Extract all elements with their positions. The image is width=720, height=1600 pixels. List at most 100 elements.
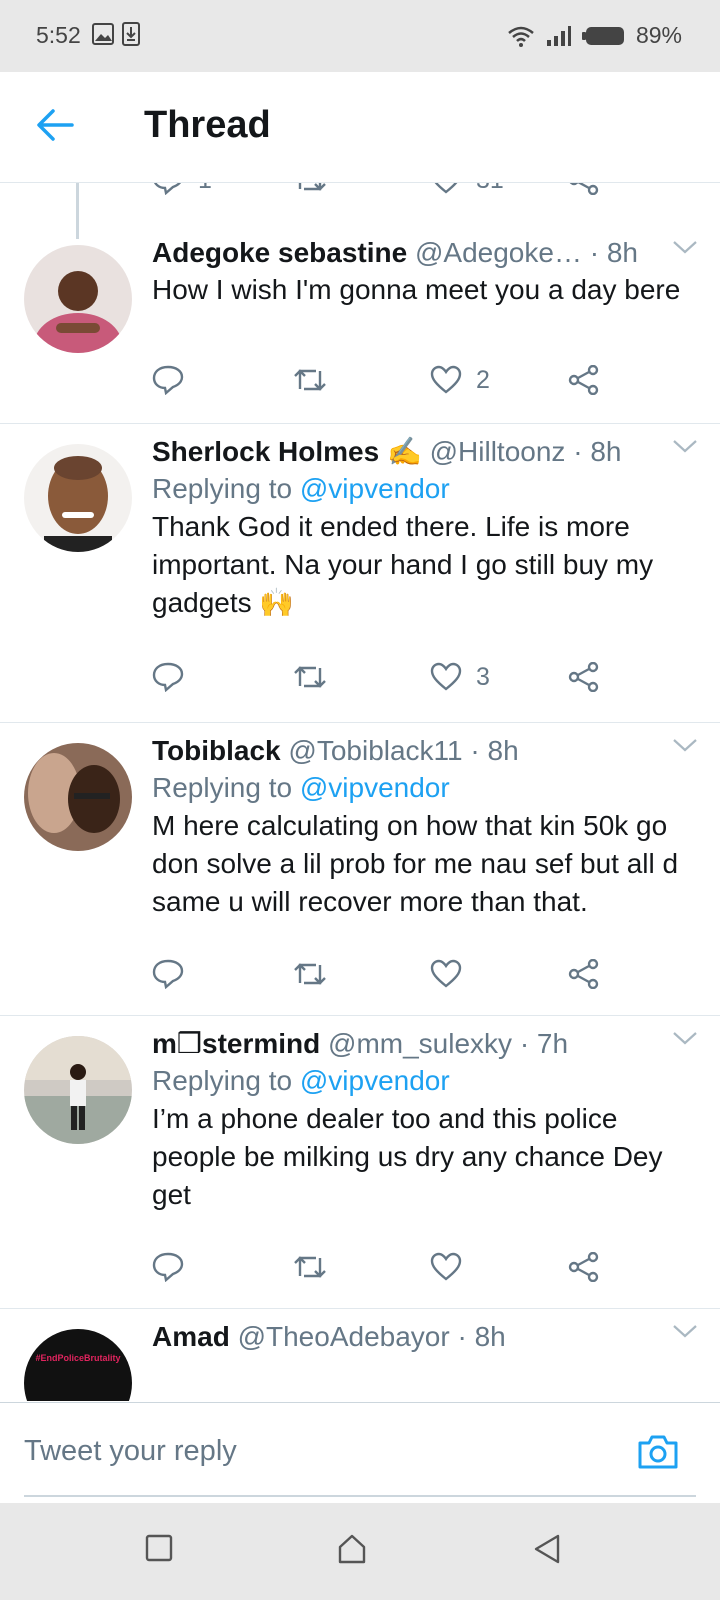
tweet-content: m❒stermind @mm_sulexky · 7h Replying to …	[152, 1026, 690, 1214]
home-button[interactable]	[336, 1533, 368, 1570]
avatar[interactable]	[24, 444, 132, 552]
replying-to: Replying to @vipvendor	[152, 1062, 690, 1100]
reply-icon	[152, 1252, 184, 1282]
wifi-icon	[508, 26, 534, 47]
like-button[interactable]: 3	[430, 662, 490, 692]
avatar[interactable]: #EndPoliceBrutality	[24, 1329, 132, 1401]
retweet-icon	[298, 183, 326, 191]
tweet-options-button[interactable]	[672, 1030, 698, 1051]
retweet-button[interactable]	[292, 365, 328, 395]
partial-reply-button[interactable]: 1	[152, 183, 212, 195]
back-button[interactable]	[36, 108, 74, 147]
chevron-down-icon	[673, 241, 697, 254]
signal-icon	[546, 25, 571, 46]
share-icon	[568, 365, 599, 395]
like-button[interactable]	[430, 959, 462, 989]
replying-to-label: Replying to	[152, 772, 293, 803]
retweet-button[interactable]	[292, 959, 328, 989]
reply-button[interactable]	[152, 365, 184, 395]
mention-link[interactable]: @vipvendor	[300, 473, 450, 504]
composer-underline	[24, 1495, 696, 1497]
reply-composer: Tweet your reply	[0, 1402, 720, 1503]
author-name[interactable]: Sherlock Holmes ✍️	[152, 436, 422, 467]
mention-link[interactable]: @vipvendor	[300, 772, 450, 803]
back-arrow-icon	[37, 109, 74, 141]
replying-to-label: Replying to	[152, 473, 293, 504]
like-button[interactable]: 2	[430, 365, 490, 395]
avatar[interactable]	[24, 1036, 132, 1144]
tweet-text: Thank God it ended there. Life is more i…	[152, 511, 654, 618]
author-handle[interactable]: @Tobiblack11	[288, 735, 462, 766]
gallery-notification-icon	[92, 23, 114, 45]
tweet-meta: Adegoke sebastine @Adegoke… · 8h	[152, 235, 690, 271]
tweet-item[interactable]: Adegoke sebastine @Adegoke… · 8h How I w…	[0, 225, 720, 424]
like-count: 2	[476, 365, 490, 394]
reply-button[interactable]	[152, 959, 184, 989]
avatar[interactable]	[24, 743, 132, 851]
partial-like-button[interactable]: 31	[430, 183, 504, 195]
heart-icon	[430, 959, 462, 988]
system-navigation-bar	[0, 1503, 720, 1600]
avatar[interactable]	[24, 245, 132, 353]
heart-icon	[430, 365, 462, 394]
author-handle[interactable]: @TheoAdebayor	[238, 1321, 450, 1352]
retweet-icon	[294, 666, 326, 688]
tweet-item[interactable]: Tobiblack @Tobiblack11 · 8h Replying to …	[0, 723, 720, 1016]
partial-retweet-button[interactable]	[292, 183, 328, 195]
retweet-button[interactable]	[292, 1252, 328, 1282]
tweet-content: Tobiblack @Tobiblack11 · 8h Replying to …	[152, 733, 690, 921]
like-button[interactable]	[430, 1252, 462, 1282]
author-name[interactable]: Amad	[152, 1321, 230, 1352]
tweet-time: · 8h	[589, 237, 638, 268]
author-handle[interactable]: @Hilltoonz	[430, 436, 566, 467]
heart-icon	[434, 183, 458, 194]
tweet-options-button[interactable]	[672, 438, 698, 459]
chevron-down-icon	[673, 1032, 697, 1045]
share-icon	[568, 1252, 599, 1282]
tweet-options-button[interactable]	[672, 737, 698, 758]
share-button[interactable]	[568, 662, 600, 692]
retweet-button[interactable]	[292, 662, 328, 692]
share-button[interactable]	[568, 1252, 600, 1282]
like-count: 3	[476, 662, 490, 691]
mention-link[interactable]: @vipvendor	[300, 1065, 450, 1096]
author-handle[interactable]: @mm_sulexky	[328, 1028, 512, 1059]
reply-icon	[152, 365, 184, 395]
author-name[interactable]: Tobiblack	[152, 735, 281, 766]
status-time: 5:52	[36, 22, 81, 48]
reply-input[interactable]: Tweet your reply	[24, 1435, 237, 1468]
replying-to: Replying to @vipvendor	[152, 470, 690, 508]
recents-button[interactable]	[144, 1533, 174, 1568]
author-name[interactable]: Adegoke sebastine	[152, 237, 407, 268]
tweet-text: M here calculating on how that kin 50k g…	[152, 810, 679, 917]
tweet-content: Adegoke sebastine @Adegoke… · 8h How I w…	[152, 235, 690, 309]
reply-icon	[152, 959, 184, 989]
battery-percentage: 89%	[635, 22, 682, 48]
share-icon	[568, 959, 599, 989]
reply-button[interactable]	[152, 662, 184, 692]
share-button[interactable]	[568, 365, 600, 395]
tweet-time: · 8h	[457, 1321, 506, 1352]
author-name[interactable]: m❒stermind	[152, 1028, 320, 1059]
tweet-content: Sherlock Holmes ✍️ @Hilltoonz · 8h Reply…	[152, 434, 690, 622]
tweet-item[interactable]: #EndPoliceBrutality Amad @TheoAdebayor ·…	[0, 1309, 720, 1401]
retweet-icon	[294, 1256, 326, 1278]
back-nav-button[interactable]	[532, 1533, 562, 1570]
tweet-item[interactable]: Sherlock Holmes ✍️ @Hilltoonz · 8h Reply…	[0, 424, 720, 723]
camera-button[interactable]	[636, 1433, 680, 1476]
share-button[interactable]	[568, 959, 600, 989]
tweet-item[interactable]: m❒stermind @mm_sulexky · 7h Replying to …	[0, 1016, 720, 1309]
tweet-options-button[interactable]	[672, 239, 698, 260]
tweet-meta: Sherlock Holmes ✍️ @Hilltoonz · 8h	[152, 434, 690, 470]
thread-feed[interactable]: 1 31 Adegoke sebastine @Adegoke… · 8h Ho…	[0, 183, 720, 1401]
author-handle[interactable]: @Adegoke…	[415, 237, 582, 268]
tweet-text: How I wish I'm gonna meet you a day bere	[152, 274, 681, 305]
replying-to-label: Replying to	[152, 1065, 293, 1096]
reply-button[interactable]	[152, 1252, 184, 1282]
share-icon	[569, 183, 599, 195]
partial-share-button[interactable]	[568, 183, 600, 195]
tweet-options-button[interactable]	[672, 1323, 698, 1344]
chevron-down-icon	[673, 440, 697, 453]
share-icon	[568, 662, 599, 692]
tweet-time: · 7h	[519, 1028, 569, 1059]
